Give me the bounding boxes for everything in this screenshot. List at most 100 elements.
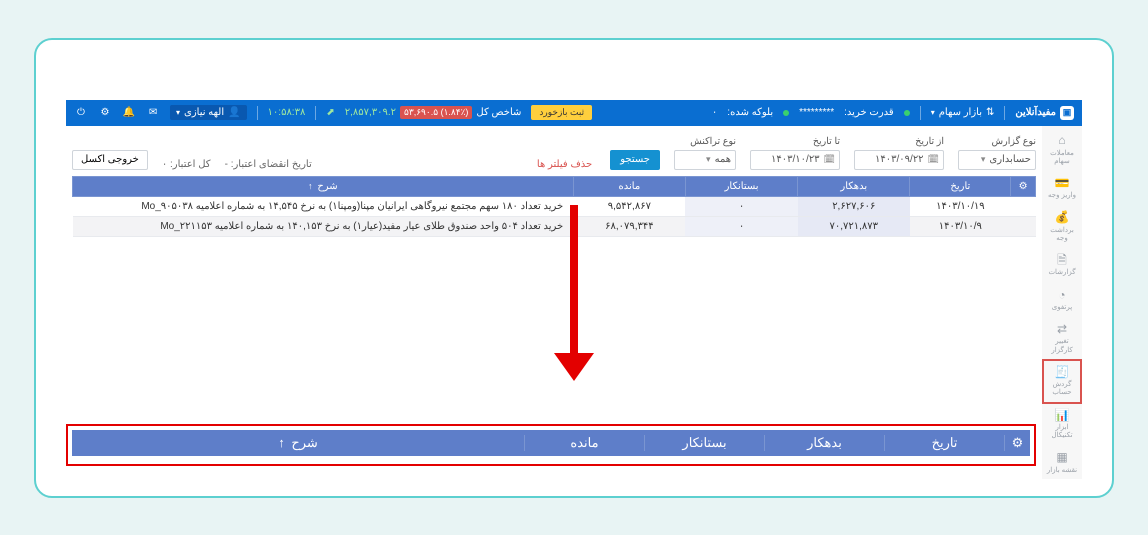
separator bbox=[315, 106, 316, 120]
filter-from-date: از تاریخ 🗓 ۱۴۰۳/۰۹/۲۲ bbox=[854, 136, 944, 170]
turnover-table: ⚙ تاریخ بدهکار بستانکار مانده شرح ↑ bbox=[72, 176, 1036, 237]
message-icon[interactable]: ✉ bbox=[146, 106, 160, 120]
sidebar-item-reports[interactable]: 🗎 گزارشات bbox=[1044, 249, 1080, 281]
separator bbox=[920, 106, 921, 120]
credit-total: کل اعتبار: ۰ bbox=[162, 159, 211, 170]
sidebar-item-marketmap[interactable]: ▦ نقشه بازار bbox=[1044, 447, 1080, 479]
chevron-down-icon: ▾ bbox=[981, 154, 986, 165]
brand-icon: ▣ bbox=[1060, 106, 1074, 120]
power-icon[interactable]: ⏻ bbox=[74, 106, 88, 120]
calendar-icon: 🗓 bbox=[928, 154, 939, 165]
candlestick-icon: ⇅ bbox=[986, 107, 994, 118]
sidebar-item-trades[interactable]: ⌂ معاملات سهام bbox=[1044, 130, 1080, 171]
report-icon: 🗎 bbox=[1055, 253, 1069, 267]
feedback-button[interactable]: ثبت بازخورد bbox=[531, 105, 592, 120]
power-value: ********* bbox=[799, 107, 834, 118]
sidebar: ⌂ معاملات سهام 💳 واریز وجه 💰 برداشت وجه … bbox=[1042, 126, 1082, 479]
export-excel-button[interactable]: خروجی اکسل bbox=[72, 150, 148, 170]
ledger-icon: 🧾 bbox=[1055, 365, 1069, 379]
chevron-down-icon: ▾ bbox=[706, 154, 711, 165]
sidebar-item-label: معاملات سهام bbox=[1044, 150, 1080, 167]
calendar-icon: 🗓 bbox=[824, 154, 835, 165]
sidebar-item-broker[interactable]: ⇄ تغییر کارگزار bbox=[1044, 318, 1080, 359]
wallet-icon: 💳 bbox=[1055, 176, 1069, 190]
home-icon: ⌂ bbox=[1055, 134, 1069, 148]
zoom-col-mandeh[interactable]: مانده bbox=[524, 435, 644, 451]
to-date-input[interactable]: 🗓 ۱۴۰۳/۱۰/۲۳ bbox=[750, 150, 840, 170]
zoom-col-bedehkar[interactable]: بدهکار bbox=[764, 435, 884, 451]
market-label: بازار سهام bbox=[939, 107, 982, 118]
select-value: همه bbox=[715, 154, 731, 165]
sort-up-icon: ↑ bbox=[278, 435, 285, 450]
clear-filters-button[interactable]: حذف فیلتر ها bbox=[533, 159, 596, 170]
chevron-down-icon: ▾ bbox=[931, 108, 935, 117]
zoom-callout: ⚙ تاریخ بدهکار بستانکار مانده شرح ↑ bbox=[66, 424, 1036, 466]
cell-bedehkar: ۷۰,۷۲۱,۸۷۳ bbox=[798, 216, 910, 236]
sidebar-item-label: برداشت وجه bbox=[1044, 227, 1080, 244]
app-frame: ▣ مفیدآنلاین ⇅ بازار سهام ▾ قدرت خرید: *… bbox=[66, 100, 1082, 479]
col-mandeh[interactable]: مانده bbox=[573, 176, 685, 196]
sidebar-item-label: ابزار تکنیکال bbox=[1044, 424, 1080, 441]
clock-value: ۱۰:۵۸:۳۸ bbox=[268, 107, 306, 118]
pie-icon: ◔ bbox=[1055, 288, 1069, 302]
index-change-badge: (۱.۸۴٪) ۵۳,۶۹۰.۵ bbox=[400, 106, 472, 119]
power-label: قدرت خرید: bbox=[844, 107, 894, 118]
trend-icon: ⬈ bbox=[326, 107, 334, 118]
filter-label: تا تاریخ bbox=[750, 136, 840, 147]
date-value: ۱۴۰۳/۰۹/۲۲ bbox=[875, 154, 924, 165]
cell-bestankar: ۰ bbox=[685, 216, 797, 236]
sidebar-item-label: گزارشات bbox=[1048, 269, 1075, 277]
user-menu[interactable]: 👤 الهه نیازی ▾ bbox=[170, 105, 247, 120]
market-switch[interactable]: ⇅ بازار سهام ▾ bbox=[931, 107, 995, 118]
filter-to-date: تا تاریخ 🗓 ۱۴۰۳/۱۰/۲۳ bbox=[750, 136, 840, 170]
cell-desc: خرید تعداد ۵۰۴ واحد صندوق طلای عیار مفید… bbox=[73, 216, 574, 236]
sidebar-item-technical[interactable]: 📊 ابزار تکنیکال bbox=[1044, 404, 1080, 445]
top-header: ▣ مفیدآنلاین ⇅ بازار سهام ▾ قدرت خرید: *… bbox=[66, 100, 1082, 126]
col-date[interactable]: تاریخ bbox=[910, 176, 1011, 196]
sidebar-item-label: گردش حساب bbox=[1044, 381, 1080, 398]
search-button[interactable]: جستجو bbox=[610, 150, 660, 170]
sidebar-item-turnover[interactable]: 🧾 گردش حساب bbox=[1044, 361, 1080, 402]
gear-icon: ⚙ bbox=[1019, 181, 1028, 192]
sidebar-item-deposit[interactable]: 💳 واریز وجه bbox=[1044, 172, 1080, 204]
status-dot-icon bbox=[783, 110, 789, 116]
bell-icon[interactable]: 🔔 bbox=[122, 106, 136, 120]
separator bbox=[1004, 106, 1005, 120]
table-row[interactable]: ۱۴۰۳/۱۰/۹ ۷۰,۷۲۱,۸۷۳ ۰ ۶۸,۰۷۹,۳۴۴ خرید ت… bbox=[73, 216, 1036, 236]
zoom-col-bestankar[interactable]: بستانکار bbox=[644, 435, 764, 451]
col-desc-label: شرح bbox=[317, 181, 337, 192]
blocked-label: بلوکه شده: bbox=[727, 107, 773, 118]
txn-type-select[interactable]: همه ▾ bbox=[674, 150, 736, 170]
brand[interactable]: ▣ مفیدآنلاین bbox=[1015, 106, 1074, 120]
zoom-col-desc[interactable]: شرح ↑ bbox=[72, 435, 524, 451]
sidebar-item-portfolio[interactable]: ◔ پرتفوی bbox=[1044, 284, 1080, 316]
index-value: ۲,۸۵۷,۳۰۹.۲ bbox=[345, 107, 396, 118]
gear-icon[interactable]: ⚙ bbox=[98, 106, 112, 120]
col-bestankar[interactable]: بستانکار bbox=[685, 176, 797, 196]
table-row[interactable]: ۱۴۰۳/۱۰/۱۹ ۲,۶۲۷,۶۰۶ ۰ ۹,۵۴۲,۸۶۷ خرید تع… bbox=[73, 196, 1036, 216]
report-type-select[interactable]: حسابداری ▾ bbox=[958, 150, 1036, 170]
col-bedehkar[interactable]: بدهکار bbox=[798, 176, 910, 196]
user-name: الهه نیازی bbox=[184, 107, 224, 118]
cell-date: ۱۴۰۳/۱۰/۱۹ bbox=[910, 196, 1011, 216]
cell-bedehkar: ۲,۶۲۷,۶۰۶ bbox=[798, 196, 910, 216]
col-desc[interactable]: شرح ↑ bbox=[73, 176, 574, 196]
swap-icon: ⇄ bbox=[1055, 322, 1069, 336]
select-value: حسابداری bbox=[989, 154, 1031, 165]
filter-bar: نوع گزارش حسابداری ▾ از تاریخ 🗓 ۱۴۰۳/۰۹/… bbox=[72, 132, 1036, 176]
col-settings[interactable]: ⚙ bbox=[1011, 176, 1036, 196]
sidebar-item-withdraw[interactable]: 💰 برداشت وجه bbox=[1044, 207, 1080, 248]
from-date-input[interactable]: 🗓 ۱۴۰۳/۰۹/۲۲ bbox=[854, 150, 944, 170]
cell-bestankar: ۰ bbox=[685, 196, 797, 216]
zoom-col-date[interactable]: تاریخ bbox=[884, 435, 1004, 451]
zoom-col-gear[interactable]: ⚙ bbox=[1004, 435, 1030, 451]
withdraw-icon: 💰 bbox=[1055, 211, 1069, 225]
sidebar-item-label: نقشه بازار bbox=[1047, 467, 1077, 475]
sidebar-item-label: پرتفوی bbox=[1052, 304, 1072, 312]
credit-expiry: تاریخ انقضای اعتبار: - bbox=[225, 159, 312, 170]
filter-report-type: نوع گزارش حسابداری ▾ bbox=[958, 136, 1036, 170]
cell-mandeh: ۹,۵۴۲,۸۶۷ bbox=[573, 196, 685, 216]
user-icon: 👤 bbox=[228, 107, 240, 118]
sidebar-item-label: تغییر کارگزار bbox=[1044, 338, 1080, 355]
date-value: ۱۴۰۳/۱۰/۲۳ bbox=[771, 154, 820, 165]
